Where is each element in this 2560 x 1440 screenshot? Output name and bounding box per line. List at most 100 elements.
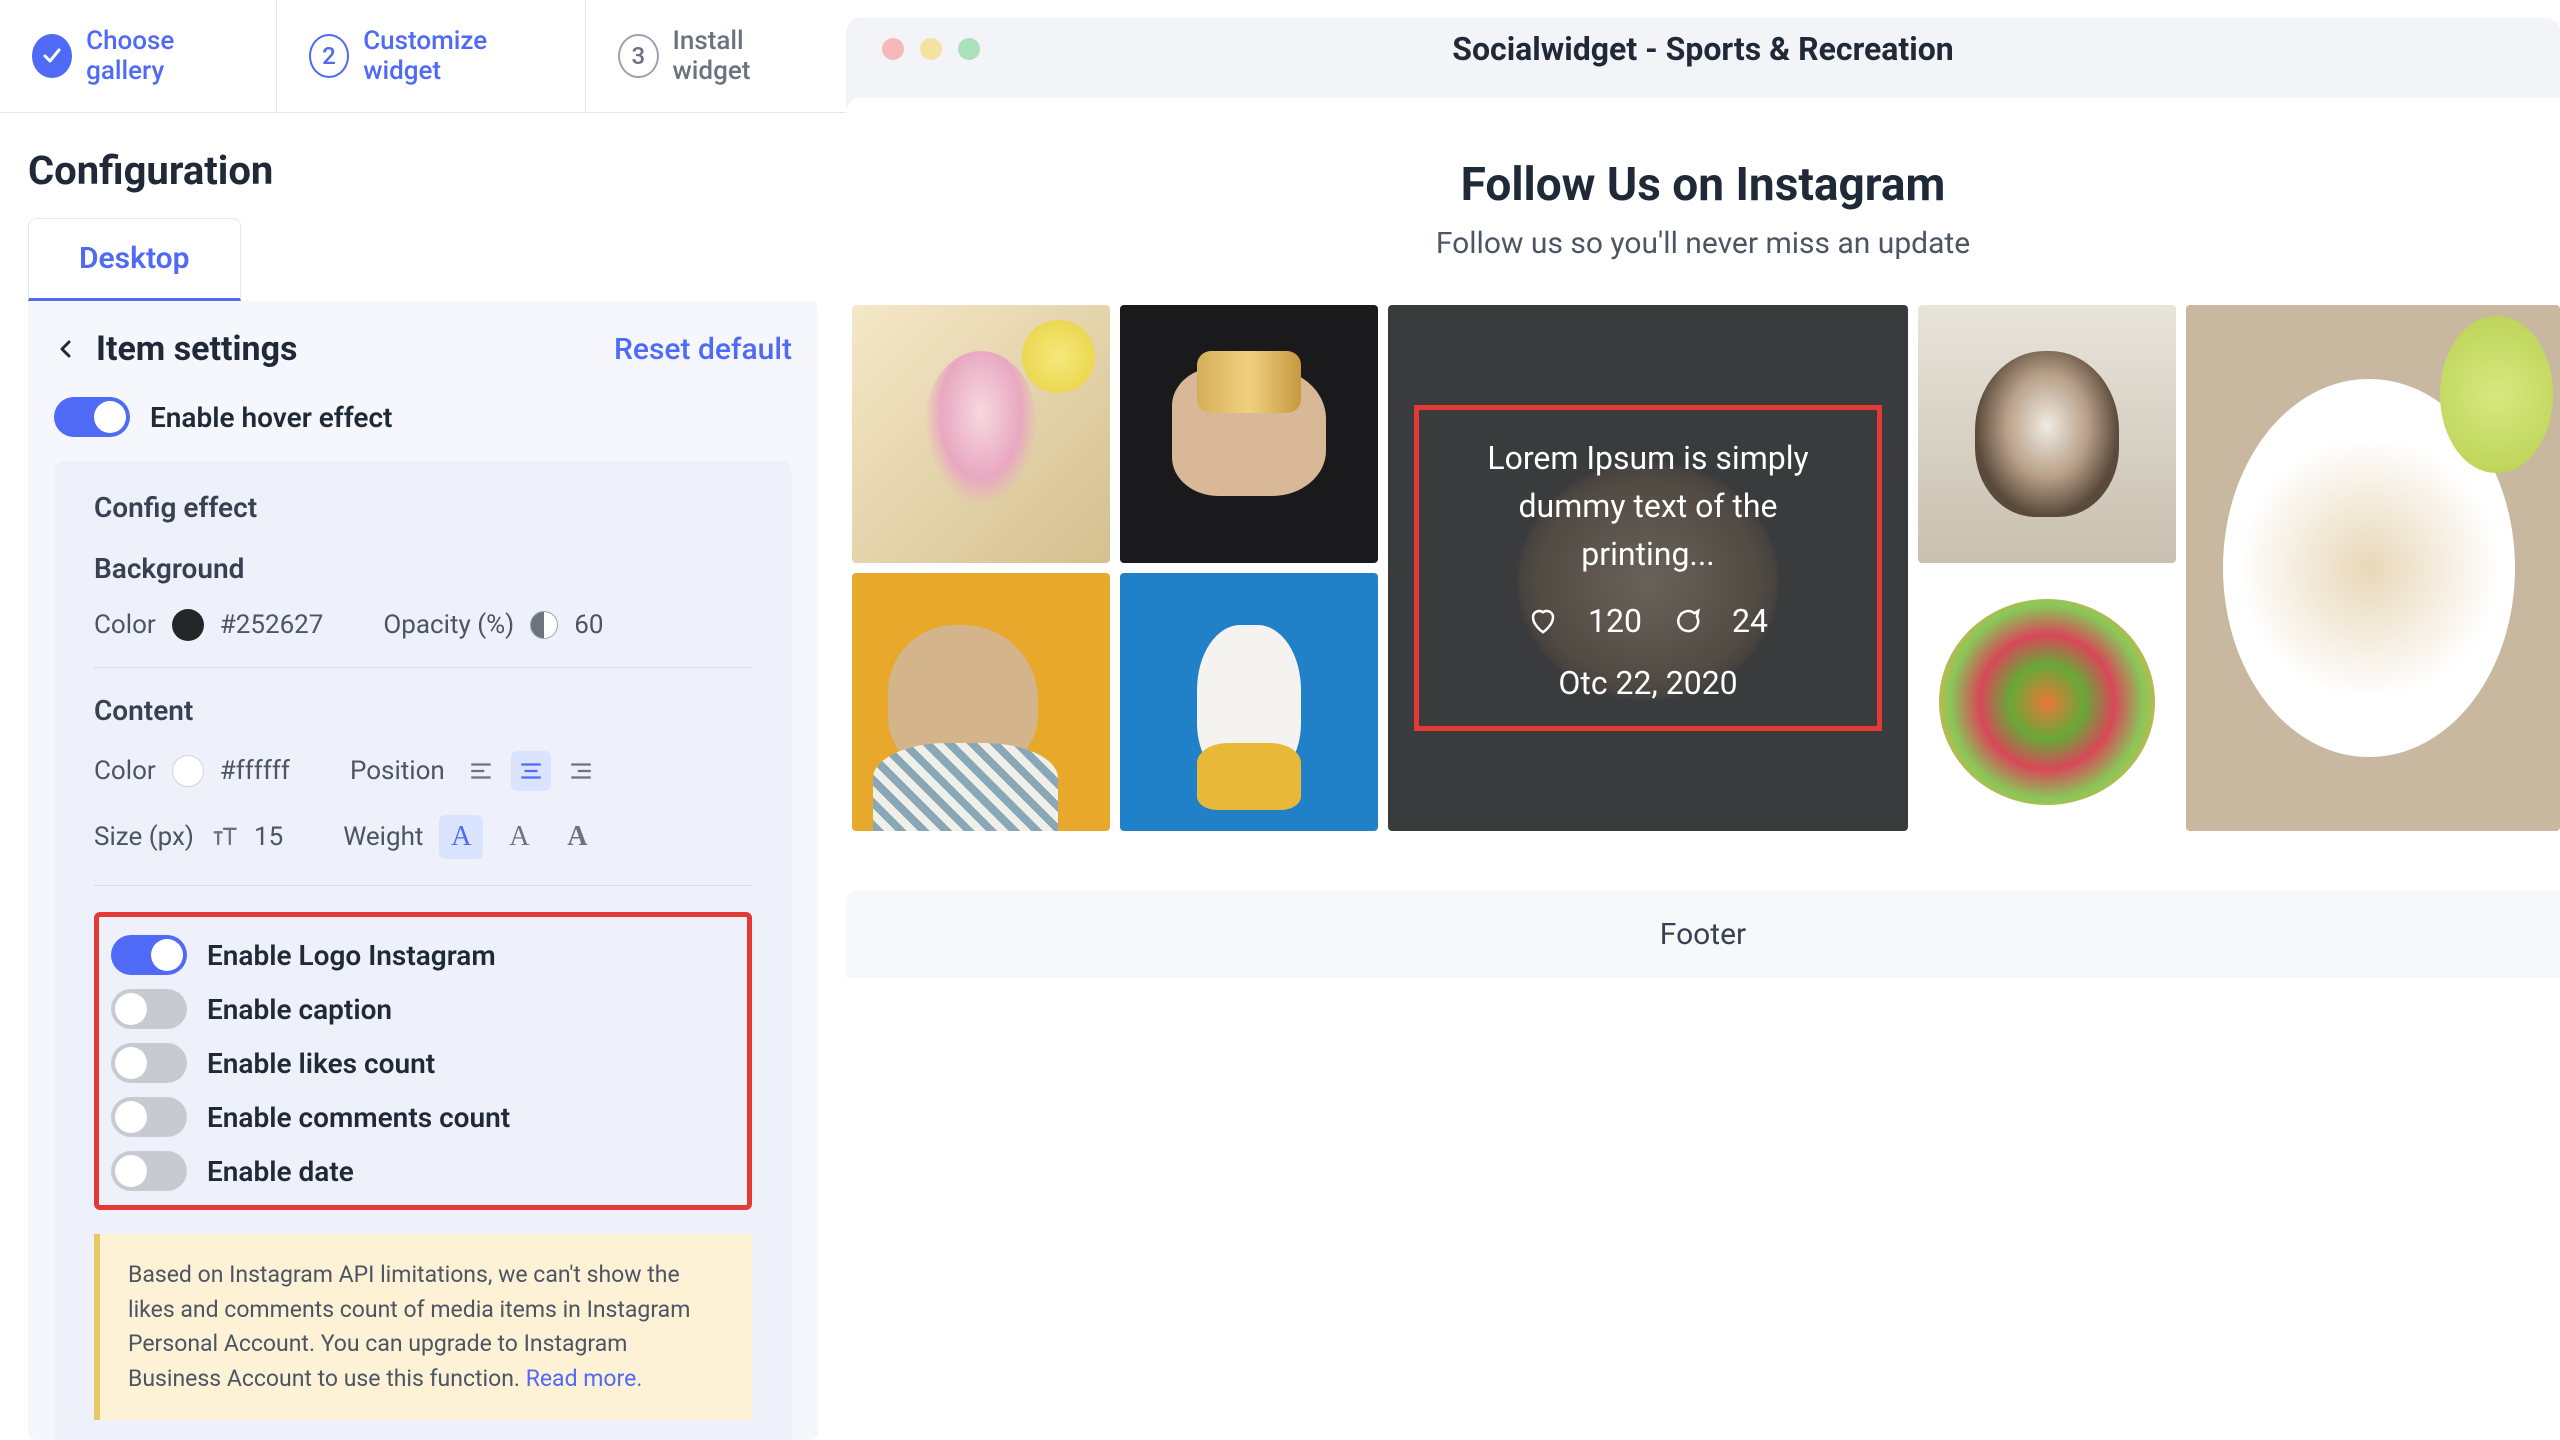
step-install-widget[interactable]: 3 Install widget <box>586 0 846 112</box>
toggle-enable-hover-effect: Enable hover effect <box>54 397 792 437</box>
feed-subtitle: Follow us so you'll never miss an update <box>846 226 2560 261</box>
hover-stats: 120 24 <box>1528 602 1768 640</box>
feed-tile[interactable] <box>1120 573 1378 831</box>
feed-tile[interactable] <box>852 305 1110 563</box>
window-maximize-icon <box>958 38 980 60</box>
align-left-button[interactable] <box>461 751 501 791</box>
read-more-link[interactable]: Read more. <box>526 1365 643 1392</box>
window-controls <box>882 38 980 60</box>
feed-tile[interactable] <box>1120 305 1378 563</box>
preview-body: Follow Us on Instagram Follow us so you'… <box>846 98 2560 978</box>
device-tabs: Desktop <box>0 218 846 301</box>
feed-tile[interactable] <box>2186 305 2560 831</box>
opacity-label: Opacity (%) <box>383 610 514 640</box>
step-label: Choose gallery <box>86 26 244 86</box>
content-section-title: Content <box>94 694 752 727</box>
config-effect-title: Config effect <box>94 491 752 524</box>
likes-count: 120 <box>1588 602 1642 640</box>
color-hex-value: #ffffff <box>220 756 290 786</box>
color-hex-value: #252627 <box>220 610 324 640</box>
align-right-button[interactable] <box>561 751 601 791</box>
divider <box>94 667 752 668</box>
feed-tile[interactable] <box>1918 573 2176 831</box>
heart-icon <box>1528 606 1558 636</box>
tab-desktop[interactable]: Desktop <box>28 218 241 301</box>
browser-frame: Socialwidget - Sports & Recreation Follo… <box>846 18 2560 978</box>
window-minimize-icon <box>920 38 942 60</box>
chevron-left-icon[interactable] <box>54 337 78 361</box>
hover-overlay: Lorem Ipsum is simply dummy text of the … <box>1414 405 1882 731</box>
toggle-label: Enable likes count <box>207 1047 435 1080</box>
feed-tile[interactable] <box>1918 305 2176 563</box>
size-label: Size (px) <box>94 822 194 852</box>
browser-title-bar: Socialwidget - Sports & Recreation <box>846 18 2560 80</box>
hover-caption: Lorem Ipsum is simply dummy text of the … <box>1449 434 1847 578</box>
weight-bold-button[interactable]: A <box>555 815 599 859</box>
settings-header: Item settings Reset default <box>54 329 792 369</box>
opacity-icon <box>530 611 558 639</box>
toggle-label: Enable comments count <box>207 1101 510 1134</box>
toggle-enable-logo-instagram: Enable Logo Instagram <box>111 935 735 975</box>
color-swatch-icon <box>172 609 204 641</box>
content-color-picker[interactable]: Color #ffffff <box>94 755 290 787</box>
position-label: Position <box>350 756 445 786</box>
config-effect-card: Config effect Background Color #252627 O… <box>54 461 792 1440</box>
comment-icon <box>1672 606 1702 636</box>
color-label: Color <box>94 756 156 786</box>
align-center-button[interactable] <box>511 751 551 791</box>
left-config-panel: Choose gallery 2 Customize widget 3 Inst… <box>0 0 846 1440</box>
feed-tile-hovered[interactable]: Lorem Ipsum is simply dummy text of the … <box>1388 305 1908 831</box>
preview-panel: Socialwidget - Sports & Recreation Follo… <box>846 0 2560 1440</box>
settings-panel: Item settings Reset default Enable hover… <box>28 301 818 1440</box>
toggle-switch[interactable] <box>111 989 187 1029</box>
toggle-enable-caption: Enable caption <box>111 989 735 1029</box>
step-number-icon: 2 <box>309 34 349 78</box>
toggle-label: Enable date <box>207 1155 354 1188</box>
hover-date: Otc 22, 2020 <box>1558 664 1737 702</box>
toggle-label: Enable hover effect <box>150 401 392 434</box>
divider <box>94 885 752 886</box>
toggle-enable-likes-count: Enable likes count <box>111 1043 735 1083</box>
toggle-switch[interactable] <box>111 935 187 975</box>
step-customize-widget[interactable]: 2 Customize widget <box>277 0 586 112</box>
font-size-input[interactable]: Size (px) 15 <box>94 822 283 852</box>
opacity-value: 60 <box>574 610 603 640</box>
size-value: 15 <box>254 822 283 852</box>
reset-default-link[interactable]: Reset default <box>614 332 792 367</box>
comments-count: 24 <box>1732 602 1768 640</box>
toggle-label: Enable caption <box>207 993 392 1026</box>
window-close-icon <box>882 38 904 60</box>
weight-regular-button[interactable]: A <box>497 815 541 859</box>
position-selector: Position <box>350 751 601 791</box>
color-label: Color <box>94 610 156 640</box>
toggle-switch[interactable] <box>54 397 130 437</box>
weight-label: Weight <box>343 822 423 852</box>
font-weight-selector: Weight A A A <box>343 815 599 859</box>
wizard-stepper: Choose gallery 2 Customize widget 3 Inst… <box>0 0 846 113</box>
opacity-input[interactable]: Opacity (%) 60 <box>383 610 603 640</box>
feed-tile[interactable] <box>852 573 1110 831</box>
step-choose-gallery[interactable]: Choose gallery <box>0 0 277 112</box>
toggle-switch[interactable] <box>111 1097 187 1137</box>
check-circle-icon <box>32 34 72 78</box>
text-size-icon <box>210 823 238 851</box>
item-settings-title: Item settings <box>96 329 298 369</box>
weight-light-button[interactable]: A <box>439 815 483 859</box>
preview-footer: Footer <box>846 891 2560 978</box>
toggle-switch[interactable] <box>111 1043 187 1083</box>
toggle-enable-comments-count: Enable comments count <box>111 1097 735 1137</box>
overlay-toggles-group: Enable Logo Instagram Enable caption Ena… <box>94 912 752 1210</box>
api-limitation-notice: Based on Instagram API limitations, we c… <box>94 1234 752 1420</box>
step-number-icon: 3 <box>618 34 658 78</box>
step-label: Customize widget <box>363 26 553 86</box>
step-label: Install widget <box>673 26 815 86</box>
feed-title: Follow Us on Instagram <box>846 158 2560 212</box>
toggle-switch[interactable] <box>111 1151 187 1191</box>
instagram-feed-grid: Lorem Ipsum is simply dummy text of the … <box>846 305 2560 831</box>
color-swatch-icon <box>172 755 204 787</box>
background-color-picker[interactable]: Color #252627 <box>94 609 323 641</box>
browser-title: Socialwidget - Sports & Recreation <box>1452 30 1953 68</box>
toggle-enable-date: Enable date <box>111 1151 735 1191</box>
background-section-title: Background <box>94 552 752 585</box>
configuration-heading: Configuration <box>0 113 846 218</box>
